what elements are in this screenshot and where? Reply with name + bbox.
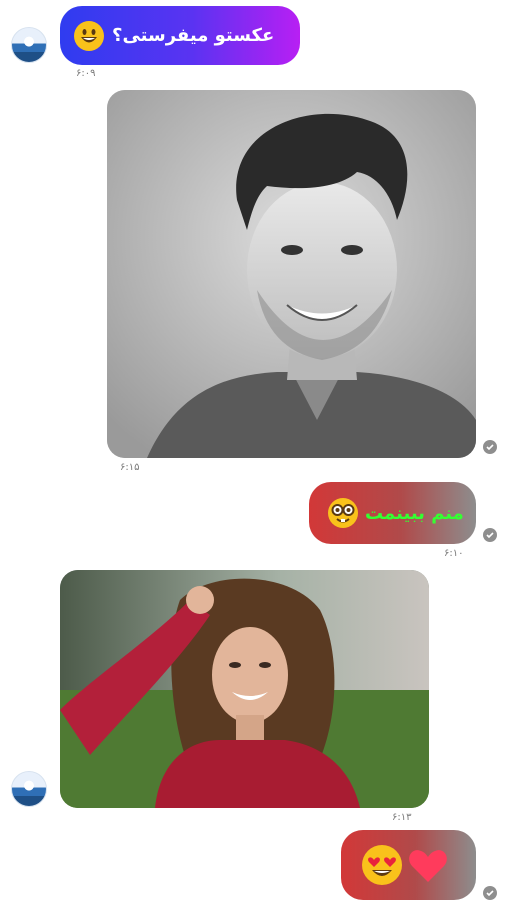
- avatar[interactable]: [11, 771, 47, 807]
- message-time: ۶:۱۳: [392, 812, 412, 823]
- sent-photo-man[interactable]: [107, 90, 476, 458]
- red-heart-emoji: [407, 845, 449, 885]
- message-time: ۶:۰۹: [76, 68, 96, 79]
- grinning-face-emoji: [74, 20, 104, 51]
- nerd-face-emoji: [327, 497, 359, 529]
- received-photo-woman[interactable]: [60, 570, 429, 808]
- message-text: عکستو میفرستی؟: [112, 25, 275, 46]
- message-text: منم ببینمت: [365, 502, 464, 524]
- check-circle-icon: [483, 886, 497, 900]
- avatar[interactable]: [11, 27, 47, 63]
- message-bubble-sent[interactable]: منم ببینمت: [309, 482, 476, 544]
- check-circle-icon: [483, 528, 497, 542]
- message-bubble-sent[interactable]: [341, 830, 476, 900]
- heart-eyes-emoji: [361, 844, 403, 886]
- message-time: ۶:۱۰: [444, 548, 464, 559]
- check-circle-icon: [483, 440, 497, 454]
- message-time: ۶:۱۵: [120, 462, 140, 473]
- message-bubble-received[interactable]: عکستو میفرستی؟: [60, 6, 300, 65]
